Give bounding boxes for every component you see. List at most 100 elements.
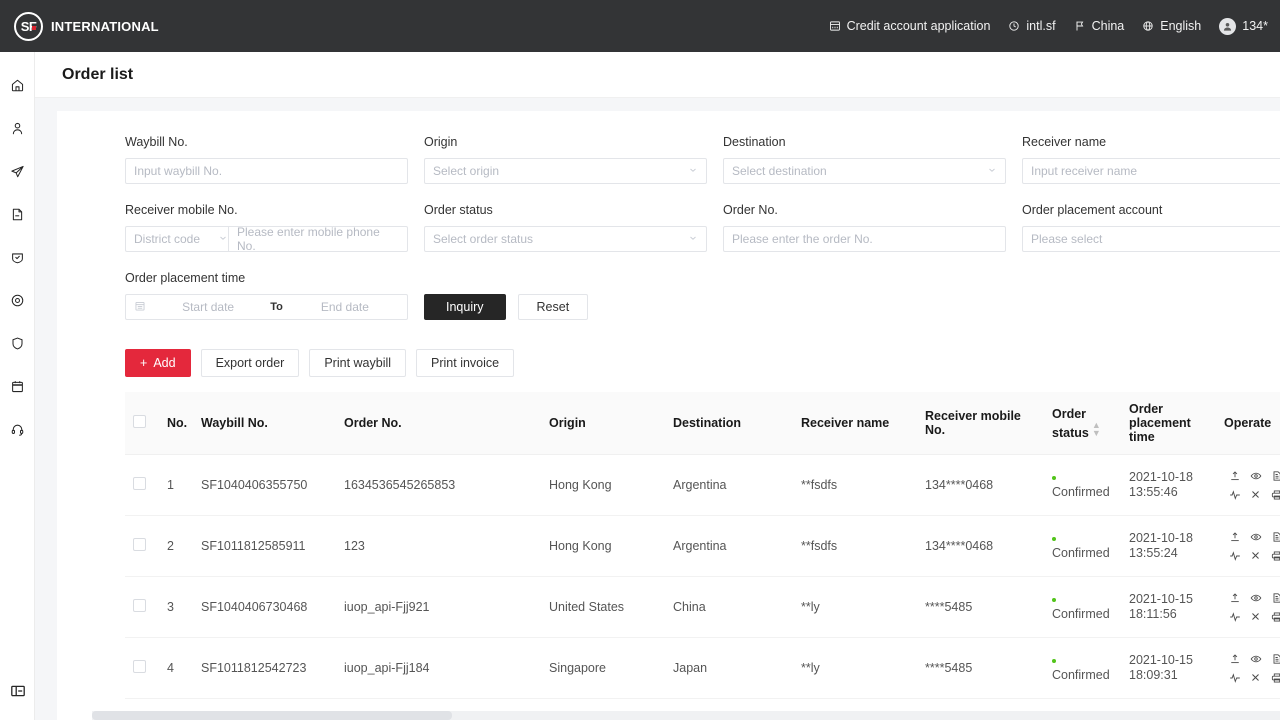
upload-icon[interactable] [1224, 588, 1245, 607]
file-icon[interactable] [1266, 588, 1280, 607]
field-receiver-name: Receiver name Input receiver name [1022, 135, 1280, 184]
horizontal-scrollbar-thumb[interactable] [92, 711, 452, 720]
table-toolbar: + Add Export order Print waybill Print i… [57, 349, 1280, 377]
origin-select[interactable]: Select origin [424, 158, 707, 184]
cell-no: 3 [159, 576, 193, 638]
close-icon[interactable] [1245, 546, 1266, 565]
file-icon[interactable] [1266, 527, 1280, 546]
topnav-label: 134* [1242, 19, 1268, 33]
upload-icon[interactable] [1224, 466, 1245, 485]
field-receiver-mobile-no: Receiver mobile No. District code Please… [125, 203, 408, 253]
printer-icon[interactable] [1266, 546, 1280, 565]
activity-icon[interactable] [1224, 546, 1245, 565]
flag-icon [1074, 20, 1086, 32]
table-row[interactable]: 2 SF1011812585911 123 Hong Kong Argentin… [125, 515, 1280, 577]
order-no-input[interactable]: Please enter the order No. [723, 226, 1006, 252]
waybill-no-input[interactable]: Input waybill No. [125, 158, 408, 184]
close-icon[interactable] [1245, 607, 1266, 626]
sidebar-item-account[interactable] [0, 109, 35, 152]
inquiry-button[interactable]: Inquiry [424, 294, 506, 320]
add-button-label: Add [153, 356, 176, 370]
sidebar-item-home[interactable] [0, 66, 35, 109]
printer-icon[interactable] [1266, 485, 1280, 504]
printer-icon[interactable] [1266, 668, 1280, 687]
cell-destination: Japan [665, 637, 793, 699]
add-order-button[interactable]: + Add [125, 349, 191, 377]
row-checkbox[interactable] [133, 538, 146, 551]
select-all-checkbox[interactable] [133, 415, 146, 428]
end-date-input[interactable]: End date [291, 300, 399, 314]
cell-waybill-no: SF1040406355750 [193, 454, 336, 516]
sidebar-collapse-button[interactable] [0, 683, 35, 704]
file-icon[interactable] [1266, 466, 1280, 485]
file-icon[interactable] [1266, 649, 1280, 668]
sidebar-item-claims[interactable] [0, 324, 35, 367]
eye-icon[interactable] [1245, 649, 1266, 668]
topnav-language-english[interactable]: English [1142, 19, 1201, 33]
print-invoice-button[interactable]: Print invoice [416, 349, 515, 377]
date-range-separator: To [270, 301, 283, 313]
table-row[interactable]: 4 SF1011812542723 iuop_api-Fjj184 Singap… [125, 637, 1280, 699]
wallet-shield-icon [10, 250, 25, 270]
table-row[interactable]: 3 SF1040406730468 iuop_api-Fjj921 United… [125, 576, 1280, 638]
export-order-button[interactable]: Export order [200, 349, 300, 377]
print-waybill-button[interactable]: Print waybill [309, 349, 407, 377]
district-code-select[interactable]: District code [126, 226, 229, 252]
cell-order-status: Confirmed [1044, 576, 1121, 638]
close-icon[interactable] [1245, 668, 1266, 687]
chevron-down-icon [688, 165, 698, 178]
table-row[interactable]: 1 SF1040406355750 1634536545265853 Hong … [125, 454, 1280, 516]
sidebar-item-ship[interactable] [0, 152, 35, 195]
sidebar-item-tracking[interactable] [0, 281, 35, 324]
top-navigation: Credit account application intl.sf China [829, 17, 1268, 35]
order-status-select[interactable]: Select order status [424, 226, 707, 252]
sidebar-item-wallet[interactable] [0, 238, 35, 281]
close-icon[interactable] [1245, 485, 1266, 504]
horizontal-scrollbar[interactable] [92, 711, 1280, 720]
eye-icon[interactable] [1245, 466, 1266, 485]
reset-button[interactable]: Reset [517, 294, 589, 320]
col-order-placement-time: Order placement time [1121, 392, 1216, 455]
topnav-label: China [1091, 19, 1125, 33]
placement-date: 2021-10-18 [1129, 531, 1193, 545]
row-checkbox[interactable] [133, 599, 146, 612]
sidebar-item-schedule[interactable] [0, 367, 35, 410]
brand-logo[interactable]: SF INTERNATIONAL [14, 11, 159, 41]
topnav-country-china[interactable]: China [1074, 19, 1125, 33]
upload-icon[interactable] [1224, 527, 1245, 546]
mobile-phone-input[interactable]: Please enter mobile phone No. [229, 225, 399, 253]
row-select-cell [125, 637, 159, 699]
calendar-icon [134, 300, 146, 315]
row-checkbox[interactable] [133, 477, 146, 490]
globe-icon [1142, 20, 1154, 32]
activity-icon[interactable] [1224, 485, 1245, 504]
select-placeholder: Select destination [732, 164, 827, 178]
cell-receiver-name: **ly [793, 576, 917, 638]
sidebar-item-orders[interactable] [0, 195, 35, 238]
col-order-no: Order No. [336, 392, 541, 455]
row-checkbox[interactable] [133, 660, 146, 673]
sidebar-item-support[interactable] [0, 410, 35, 453]
cell-receiver-mobile: ****5485 [917, 576, 1044, 638]
topnav-credit-account-application[interactable]: Credit account application [829, 19, 990, 33]
eye-icon[interactable] [1245, 527, 1266, 546]
field-label: Order No. [723, 203, 778, 217]
activity-icon[interactable] [1224, 668, 1245, 687]
upload-icon[interactable] [1224, 649, 1245, 668]
order-placement-time-range-picker[interactable]: Start date To End date [125, 294, 408, 320]
sort-icon[interactable]: ▲ ▼ [1092, 420, 1101, 437]
destination-select[interactable]: Select destination [723, 158, 1006, 184]
shield-icon [10, 336, 25, 356]
receiver-name-input[interactable]: Input receiver name [1022, 158, 1280, 184]
eye-icon[interactable] [1245, 588, 1266, 607]
printer-icon[interactable] [1266, 607, 1280, 626]
activity-icon[interactable] [1224, 607, 1245, 626]
col-order-status[interactable]: Order status▲ ▼ [1044, 392, 1121, 455]
table-header: No. Waybill No. Order No. Origin Destina… [125, 392, 1280, 455]
start-date-input[interactable]: Start date [154, 300, 262, 314]
topnav-intl-sf[interactable]: intl.sf [1008, 19, 1056, 33]
topnav-user-account[interactable]: 134* [1219, 17, 1268, 35]
cell-receiver-mobile: 134****0468 [917, 454, 1044, 516]
order-placement-account-select[interactable]: Please select [1022, 226, 1280, 252]
col-receiver-mobile-no: Receiver mobile No. [917, 392, 1044, 455]
